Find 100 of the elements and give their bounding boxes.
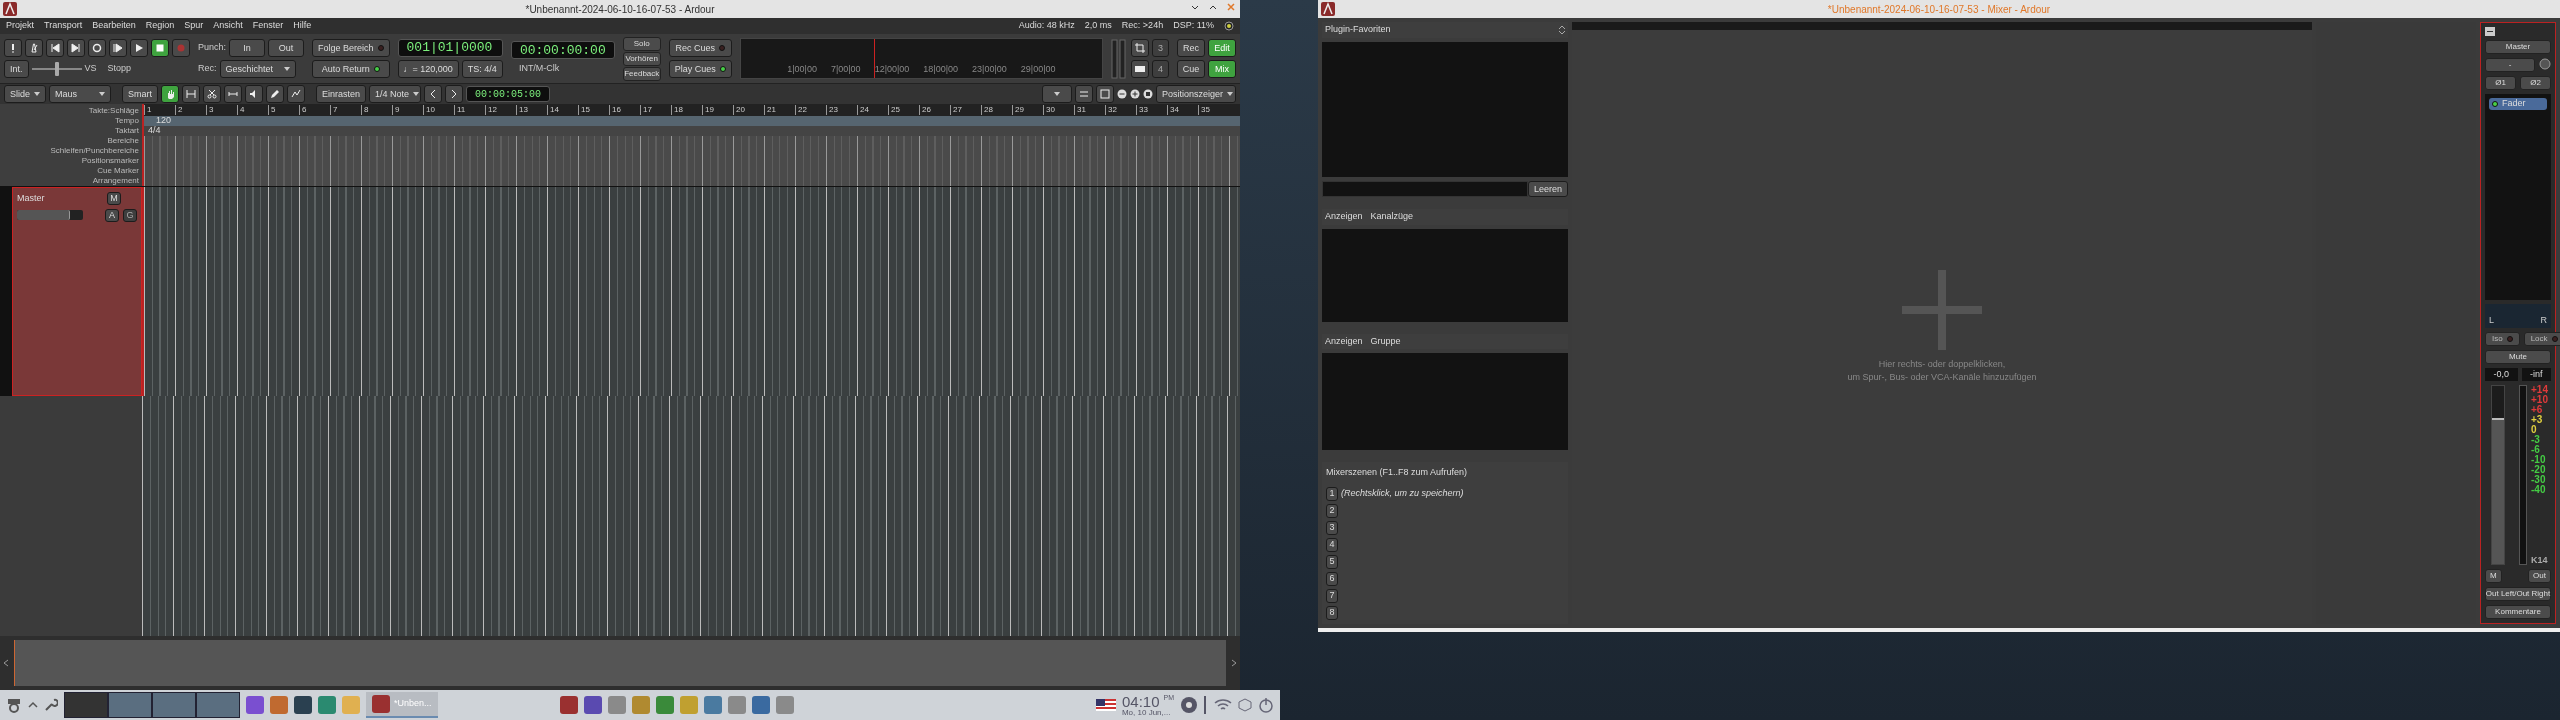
- scroll-left-icon[interactable]: [2, 659, 10, 667]
- chevron-up-icon[interactable]: [28, 700, 38, 710]
- auto-return-button[interactable]: Auto Return: [312, 60, 390, 78]
- monitor-button[interactable]: Feedback: [622, 66, 661, 81]
- desktop-pager[interactable]: [108, 692, 152, 718]
- play-range-button[interactable]: [109, 39, 127, 57]
- search-field[interactable]: [1322, 181, 1528, 198]
- nudge-forward-button[interactable]: [445, 85, 464, 103]
- empty-canvas-area[interactable]: [142, 396, 1240, 636]
- zoom-focus-dropdown[interactable]: Positionszeiger: [1156, 85, 1236, 103]
- expand-tracks-button[interactable]: [1096, 85, 1114, 103]
- strip-width-icon[interactable]: [2485, 27, 2495, 36]
- stop-button[interactable]: [151, 39, 169, 57]
- launcher-icon[interactable]: [703, 696, 722, 714]
- meter-button[interactable]: TS: 4/4: [461, 60, 503, 78]
- internal-sync-button[interactable]: Int.: [4, 60, 29, 78]
- solo-lock-button[interactable]: Lock: [2523, 331, 2560, 346]
- punch-button[interactable]: In: [229, 39, 266, 57]
- metronome-button[interactable]: [25, 39, 43, 57]
- page-tab[interactable]: Cue: [1177, 60, 1205, 78]
- scene-button[interactable]: 3: [1326, 521, 1338, 535]
- ripple-mode-dropdown[interactable]: Maus: [49, 85, 111, 103]
- tool-button[interactable]: [245, 85, 263, 103]
- meter-point-button[interactable]: M: [2485, 569, 2502, 583]
- track-button[interactable]: A: [105, 209, 119, 222]
- menu-item[interactable]: Fenster: [252, 19, 284, 33]
- zoom-in-icon[interactable]: [1130, 89, 1140, 99]
- menu-item[interactable]: Projekt: [6, 19, 34, 33]
- tool-button[interactable]: [182, 85, 200, 103]
- record-mode-dropdown[interactable]: Geschichtet: [219, 60, 296, 78]
- page-tab[interactable]: Rec: [1177, 39, 1205, 57]
- isolate-button[interactable]: Iso: [2485, 331, 2520, 346]
- visible-tracks-dropdown[interactable]: [1042, 85, 1072, 103]
- grid-dropdown[interactable]: 1/4 Note: [369, 85, 422, 103]
- output-button[interactable]: Out: [2528, 569, 2551, 583]
- menu-item[interactable]: Transport: [44, 19, 83, 33]
- zoom-fit-icon[interactable]: [1143, 89, 1153, 99]
- zoom-out-icon[interactable]: [1117, 89, 1127, 99]
- wrench-icon[interactable]: [44, 698, 58, 712]
- menu-item[interactable]: Bearbeiten: [92, 19, 136, 33]
- strip-name-button[interactable]: Master: [2485, 40, 2551, 54]
- smart-mode-button[interactable]: Smart: [122, 85, 158, 103]
- monitor-button[interactable]: Vorhören: [622, 51, 661, 66]
- shuttle-slider[interactable]: [31, 62, 82, 76]
- tool-button[interactable]: [287, 85, 305, 103]
- gain-slider[interactable]: [17, 209, 83, 220]
- mini-timeline[interactable]: 1|00|00 7|00|00 12|00|00 18|00|00 23|00|00 29|00|00: [739, 38, 1103, 79]
- tool-button[interactable]: [266, 85, 284, 103]
- nudge-back-button[interactable]: [424, 85, 443, 103]
- desktop-pager[interactable]: [196, 692, 240, 718]
- column-header[interactable]: Gruppe: [1370, 334, 1401, 349]
- track-button[interactable]: M: [107, 192, 121, 205]
- shrink-tracks-button[interactable]: [1075, 85, 1093, 103]
- input-button[interactable]: -: [2485, 58, 2535, 72]
- scene-button[interactable]: 5: [1326, 555, 1338, 569]
- launcher-icon[interactable]: [751, 696, 770, 714]
- secondary-clock[interactable]: 00:00:00:00: [510, 41, 615, 60]
- counter-button[interactable]: 4: [1152, 60, 1169, 78]
- column-header[interactable]: Anzeigen: [1325, 210, 1363, 224]
- nudge-clock[interactable]: 00:00:05:00: [466, 86, 551, 102]
- routing-button[interactable]: Out Left/Out Right: [2485, 587, 2551, 601]
- clear-button[interactable]: Leeren: [1527, 181, 1568, 198]
- goto-start-button[interactable]: [46, 39, 64, 57]
- column-header[interactable]: Anzeigen: [1325, 334, 1363, 349]
- scene-button[interactable]: 8: [1326, 606, 1338, 620]
- tempo-button[interactable]: ♩= 120,000: [397, 60, 459, 78]
- scroll-right-icon[interactable]: [1230, 659, 1238, 667]
- wifi-icon[interactable]: [1214, 698, 1232, 712]
- menu-item[interactable]: Region: [145, 19, 175, 33]
- launcher-icon[interactable]: [583, 696, 602, 714]
- scene-button[interactable]: 6: [1326, 572, 1338, 586]
- cue-button[interactable]: Rec Cues: [668, 39, 732, 57]
- power-icon[interactable]: [1258, 697, 1274, 713]
- follow-range-button[interactable]: Folge Bereich: [312, 39, 390, 57]
- plugin-slot[interactable]: Fader: [2489, 98, 2547, 110]
- primary-clock[interactable]: 001|01|0000: [397, 39, 503, 57]
- panic-button[interactable]: [4, 39, 22, 57]
- phase-button[interactable]: Ø1: [2485, 76, 2516, 90]
- scene-button[interactable]: 7: [1326, 589, 1338, 603]
- tool-button[interactable]: [203, 85, 221, 103]
- menu-item[interactable]: Ansicht: [213, 19, 243, 33]
- media-disc-icon[interactable]: [1180, 696, 1198, 714]
- panner[interactable]: L R: [2485, 303, 2551, 328]
- mute-button[interactable]: Mute: [2485, 349, 2551, 364]
- desktop-pager[interactable]: [152, 692, 196, 718]
- scene-button[interactable]: 4: [1326, 538, 1338, 552]
- column-header[interactable]: Kanalzüge: [1370, 210, 1414, 224]
- launcher-icon[interactable]: [655, 696, 674, 714]
- tool-button[interactable]: [224, 85, 242, 103]
- launcher-icon[interactable]: [559, 696, 578, 714]
- loop-button[interactable]: [88, 39, 106, 57]
- punch-button[interactable]: Out: [268, 39, 305, 57]
- menu-item[interactable]: Hilfe: [293, 19, 312, 33]
- tool-button[interactable]: [161, 85, 179, 103]
- counter-button[interactable]: 3: [1152, 39, 1169, 57]
- crop-tool-button[interactable]: [1131, 39, 1149, 57]
- peak-display[interactable]: -inf: [2521, 367, 2551, 381]
- edit-mode-dropdown[interactable]: Slide: [4, 85, 46, 103]
- play-button[interactable]: [130, 39, 148, 57]
- trim-knob-icon[interactable]: [2539, 58, 2551, 70]
